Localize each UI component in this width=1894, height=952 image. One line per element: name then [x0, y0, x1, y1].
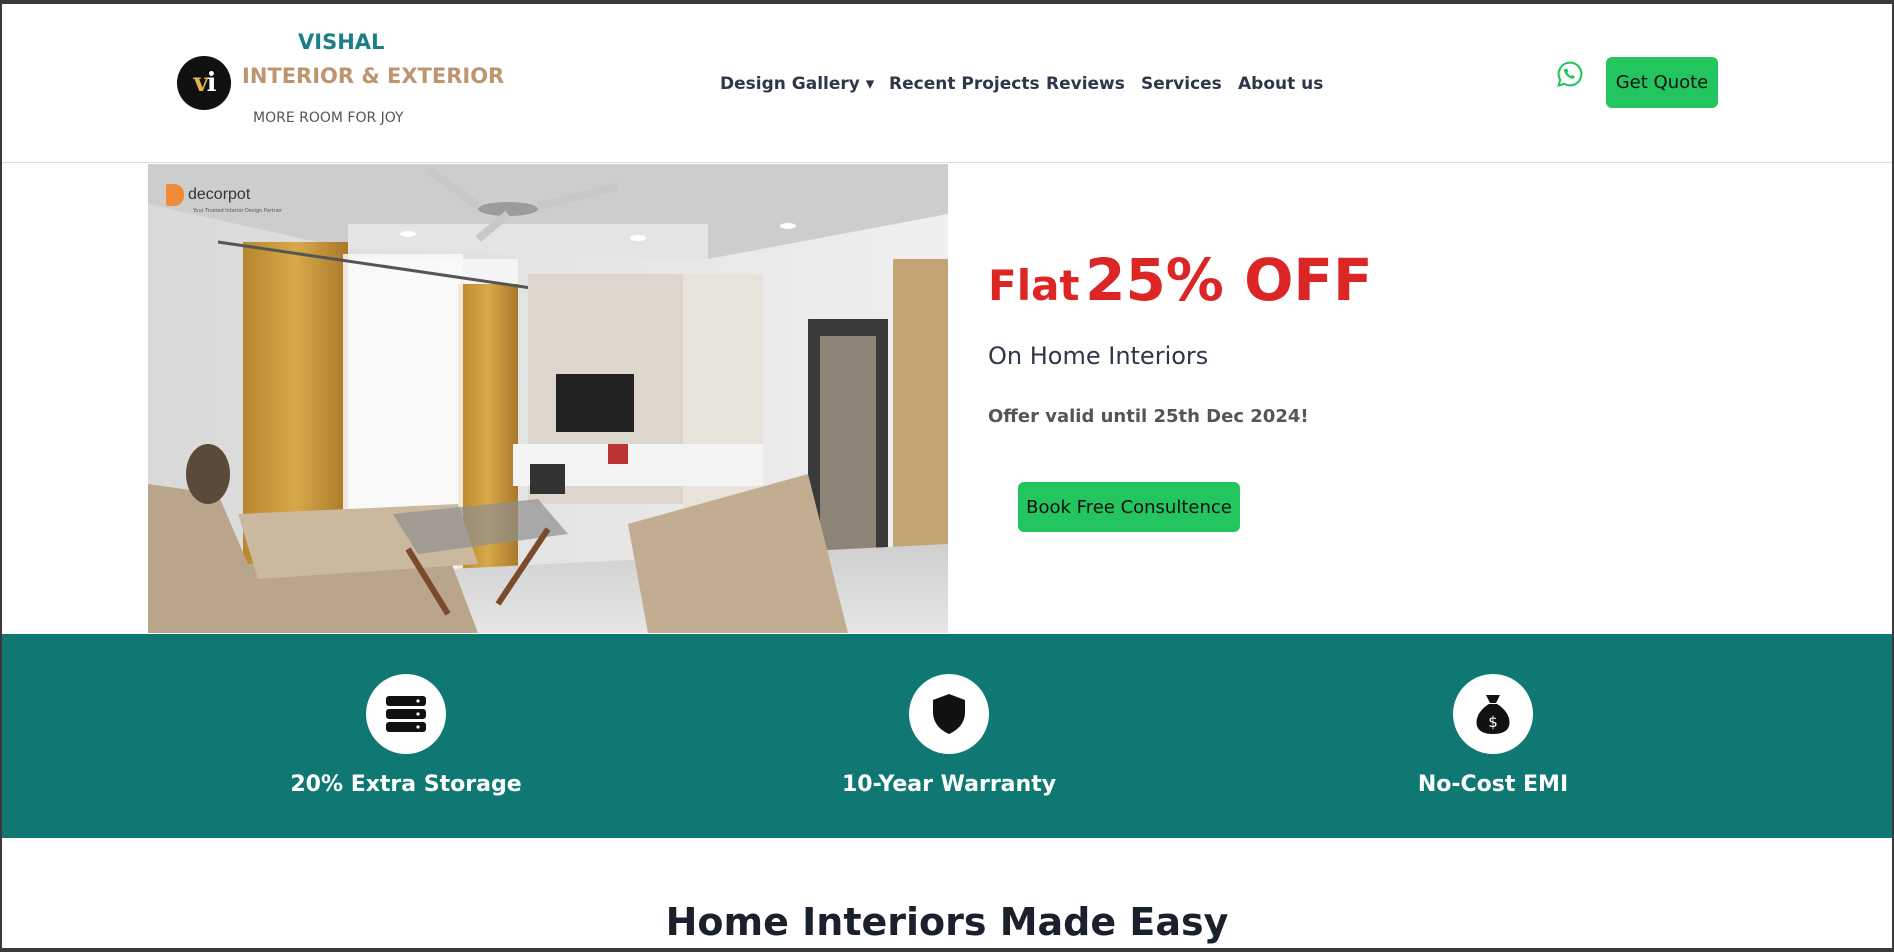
offer-prefix: Flat — [988, 261, 1080, 310]
nav-item-reviews[interactable]: Reviews — [1046, 74, 1125, 94]
features-band: 20% Extra Storage 10-Year Warranty $ No-… — [2, 634, 1892, 838]
decorpot-tagline: Your Trusted Interior Design Partner — [193, 208, 283, 214]
shield-icon — [909, 674, 989, 754]
feature-warranty-label: 10-Year Warranty — [841, 772, 1057, 797]
feature-storage-label: 20% Extra Storage — [290, 772, 522, 797]
offer-value: 25% OFF — [1085, 246, 1373, 314]
feature-storage: 20% Extra Storage — [256, 674, 556, 797]
feature-emi-label: No-Cost EMI — [1417, 772, 1569, 797]
money-bag-icon: $ — [1453, 674, 1533, 754]
feature-emi: $ No-Cost EMI — [1343, 674, 1643, 797]
hero-image: decorpot Your Trusted Interior Design Pa… — [148, 164, 948, 633]
storage-icon — [366, 674, 446, 754]
section-title: Home Interiors Made Easy — [665, 900, 1229, 944]
nav-item-design-gallery[interactable]: Design Gallery ▾ — [720, 74, 874, 94]
offer-validity: Offer valid until 25th Dec 2024! — [988, 406, 1309, 427]
decorpot-logo: decorpot — [166, 184, 250, 206]
decorpot-wordmark: decorpot — [188, 186, 251, 203]
offer-headline: Flat 25% OFF — [988, 246, 1373, 314]
get-quote-button[interactable]: Get Quote — [1606, 57, 1718, 108]
nav-item-recent-projects[interactable]: Recent Projects — [889, 74, 1040, 94]
whatsapp-icon[interactable] — [1556, 60, 1584, 88]
nav-item-services[interactable]: Services — [1141, 74, 1222, 94]
brand-name-top: VISHAL — [298, 30, 385, 54]
offer-subtitle: On Home Interiors — [988, 342, 1209, 370]
svg-text:$: $ — [1488, 713, 1498, 731]
site-header: vi VISHAL INTERIOR & EXTERIOR MORE ROOM … — [2, 4, 1892, 163]
browser-viewport: vi VISHAL INTERIOR & EXTERIOR MORE ROOM … — [2, 4, 1892, 948]
nav-item-about-us[interactable]: About us — [1238, 74, 1323, 94]
brand-tagline: MORE ROOM FOR JOY — [253, 110, 404, 126]
brand-name-mid: INTERIOR & EXTERIOR — [242, 64, 505, 88]
living-room-illustration — [148, 164, 948, 633]
decorpot-mark — [166, 184, 184, 206]
feature-warranty: 10-Year Warranty — [799, 674, 1099, 797]
logo-mark: vi — [193, 68, 217, 98]
book-consultation-button[interactable]: Book Free Consultence — [1018, 482, 1240, 532]
brand-logo[interactable]: vi — [177, 56, 231, 110]
